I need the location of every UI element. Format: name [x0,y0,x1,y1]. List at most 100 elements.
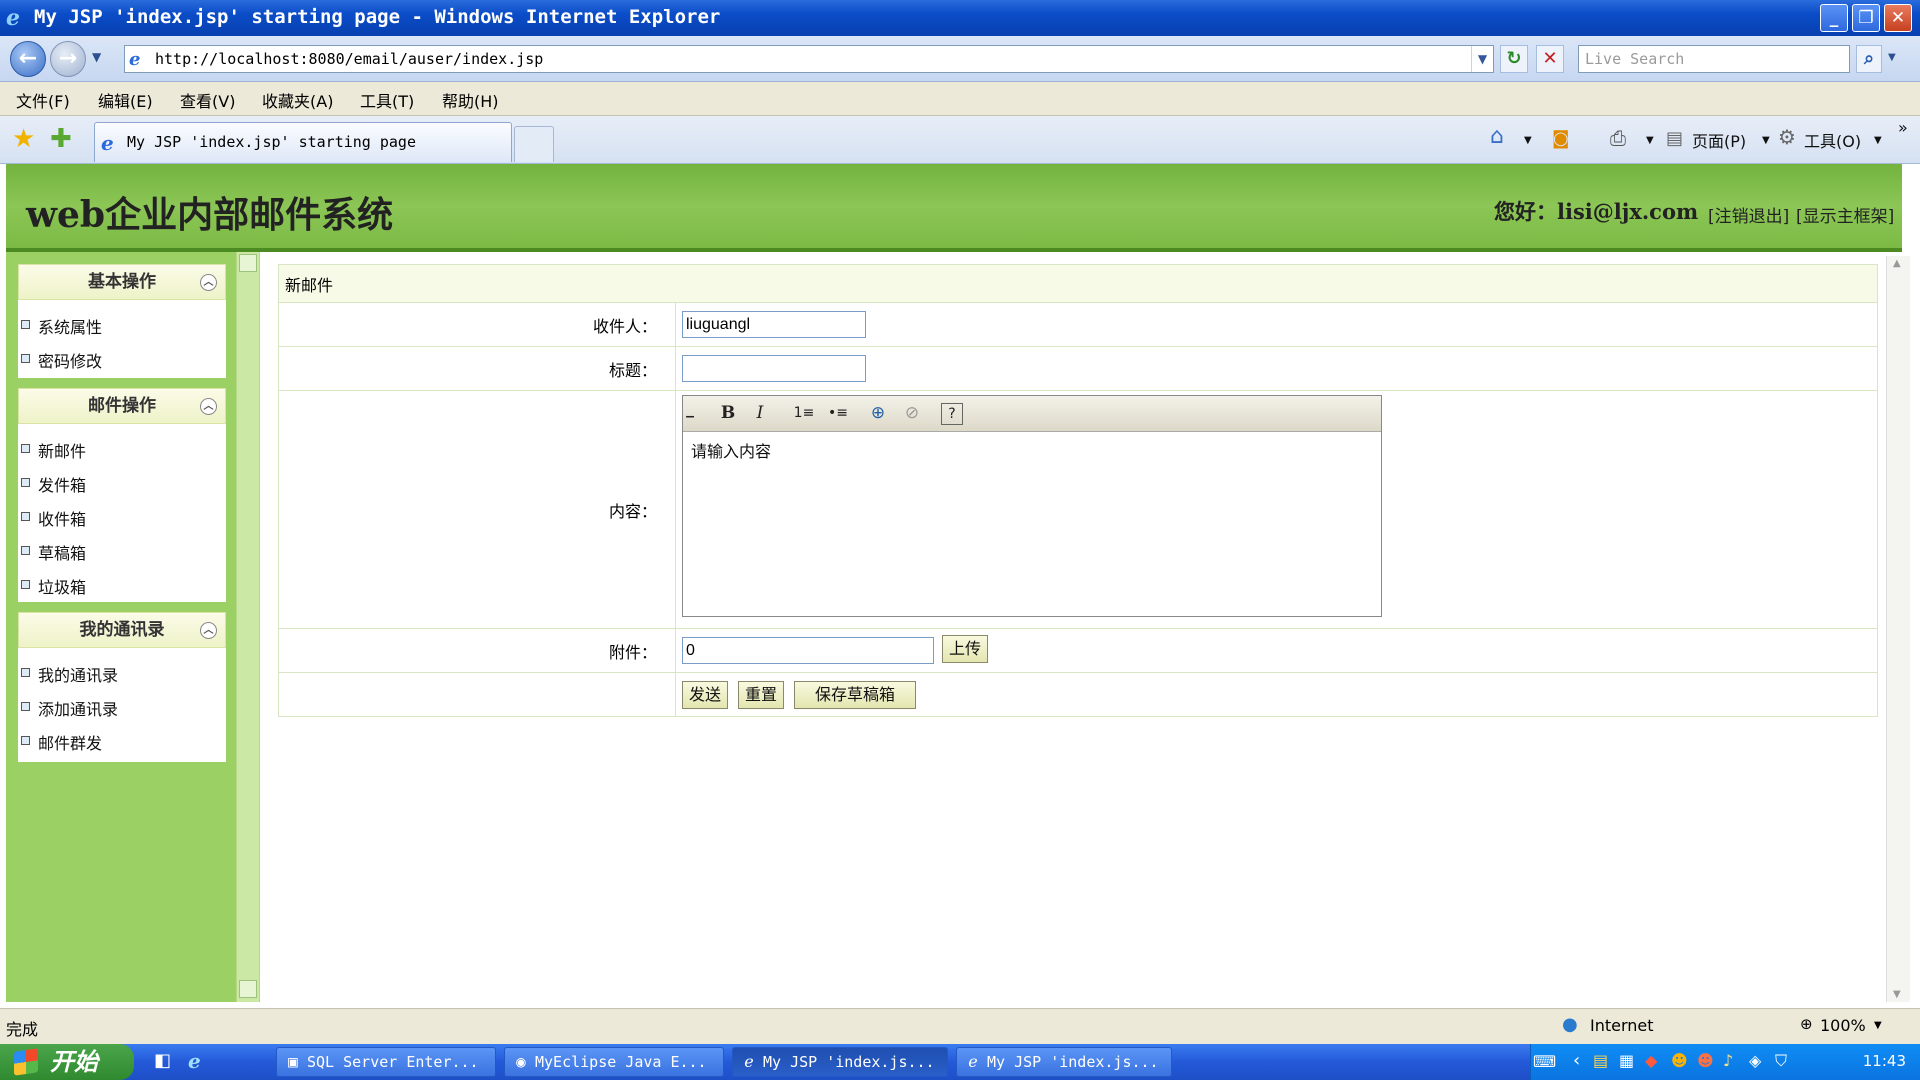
panel-basic-ops-header[interactable]: 基本操作 ︿ [18,264,226,300]
home-dropdown-icon[interactable]: ▼ [1524,135,1532,146]
qq-icon[interactable]: ◆ [1645,1051,1657,1070]
favorites-star-icon[interactable]: ★ [12,124,35,154]
task-ie-window-2[interactable]: e My JSP 'index.js... [956,1047,1172,1077]
sidebar-item-inbox[interactable]: 收件箱 [20,506,86,530]
logout-link[interactable]: [注销退出] [1708,202,1789,227]
sidebar-item-trash[interactable]: 垃圾箱 [20,574,86,598]
sidebar-item-new-mail[interactable]: 新邮件 [20,438,86,462]
print-icon[interactable]: ⎙ [1610,126,1626,150]
history-dropdown-icon[interactable]: ▼ [92,50,101,64]
panel-mail-ops-header[interactable]: 邮件操作 ︿ [18,388,226,424]
attachment-input[interactable] [682,637,934,664]
splitter-bottom-handle[interactable] [239,980,257,998]
tray-collapse-icon[interactable]: ‹ [1573,1050,1580,1071]
tools-menu-button[interactable]: 工具(O) [1804,128,1861,152]
back-button[interactable]: ← [10,41,46,77]
volume-icon[interactable]: ♪ [1723,1051,1733,1070]
editor-toolbar: ▁ B I 1≡ •≡ ⊕ ⊘ ? [683,396,1381,432]
tab-current[interactable]: e My JSP 'index.jsp' starting page [94,122,512,162]
address-field[interactable]: e http://localhost:8080/email/auser/inde… [124,45,1494,73]
unordered-list-button[interactable]: •≡ [825,401,851,427]
remove-link-button[interactable]: ⊘ [899,401,925,427]
shield-icon[interactable]: ⛉ [1775,1051,1787,1071]
sidebar-item-group-mail[interactable]: 邮件群发 [20,730,102,754]
messenger2-icon[interactable]: ☻ [1697,1051,1714,1070]
close-button[interactable]: ✕ [1884,4,1912,32]
feeds-icon[interactable]: ◙ [1552,128,1569,149]
collapse-icon[interactable]: ︿ [200,274,217,291]
menu-edit[interactable]: 编辑(E) [98,88,153,112]
safety-icon[interactable]: ◈ [1749,1051,1761,1070]
zoom-dropdown-icon[interactable]: ▼ [1874,1020,1882,1031]
menu-favorites[interactable]: 收藏夹(A) [262,88,333,112]
task-sql-server[interactable]: ▣ SQL Server Enter... [276,1047,496,1077]
insert-link-button[interactable]: ⊕ [865,401,891,427]
menu-file[interactable]: 文件(F) [16,88,70,112]
restore-button[interactable]: ❐ [1852,4,1880,32]
upload-button[interactable]: 上传 [942,635,988,663]
chevron-more-icon[interactable]: » [1898,118,1908,137]
zoom-level[interactable]: 100% [1820,1016,1866,1035]
send-button[interactable]: 发送 [682,681,728,709]
attachment-label: 附件： [278,628,676,673]
menu-view[interactable]: 查看(V) [180,88,235,112]
scroll-down-icon[interactable]: ▼ [1893,989,1901,1000]
messenger-icon[interactable]: ☻ [1671,1051,1688,1070]
sidebar-item-drafts[interactable]: 草稿箱 [20,540,86,564]
ie-icon: e [968,1052,978,1071]
sidebar-item-my-contacts[interactable]: 我的通讯录 [20,662,118,686]
tray-app-icon[interactable]: ▦ [1619,1051,1634,1070]
frame-splitter[interactable] [236,252,260,1002]
menu-help[interactable]: 帮助(H) [442,88,499,112]
splitter-top-handle[interactable] [239,254,257,272]
recipient-input[interactable] [682,311,866,338]
task-label: MyEclipse Java E... [535,1053,707,1071]
page-dropdown-icon[interactable]: ▼ [1762,135,1770,146]
task-ie-window-1[interactable]: e My JSP 'index.js... [732,1047,948,1077]
collapse-icon[interactable]: ︿ [200,622,217,639]
menu-tools[interactable]: 工具(T) [360,88,414,112]
collapse-icon[interactable]: ︿ [200,398,217,415]
address-dropdown-icon[interactable]: ▼ [1471,46,1493,72]
save-draft-button[interactable]: 保存草稿箱 [794,681,916,709]
subject-input[interactable] [682,355,866,382]
help-button[interactable]: ? [941,403,963,425]
search-input[interactable]: Live Search [1578,45,1850,73]
add-favorite-icon[interactable]: ✚ [50,124,72,154]
task-myeclipse[interactable]: ◉ MyEclipse Java E... [504,1047,724,1077]
status-text: 完成 [6,1020,39,1039]
stop-icon[interactable]: ✕ [1536,45,1564,73]
quicklaunch-ie-icon[interactable]: e [188,1049,201,1073]
status-bar: 完成 ● Internet ⊕ 100% ▼ [0,1008,1920,1044]
clock: 11:43 [1862,1052,1906,1070]
minimize-button[interactable]: _ [1820,4,1848,32]
panel-contacts-header[interactable]: 我的通讯录 ︿ [18,612,226,648]
sidebar-item-system-properties[interactable]: 系统属性 [20,314,102,338]
start-button[interactable]: 开始 [0,1044,134,1080]
keyboard-icon[interactable]: ⌨ [1533,1052,1556,1071]
ordered-list-button[interactable]: 1≡ [791,401,817,427]
forward-button[interactable]: → [50,41,86,77]
new-tab-button[interactable] [514,126,554,162]
show-frame-link[interactable]: [显示主框架] [1796,202,1894,227]
quicklaunch-desktop-icon[interactable]: ◧ [154,1050,171,1071]
site-title: web企业内部邮件系统 [26,194,394,236]
home-icon[interactable]: ⌂ [1490,124,1504,149]
page-menu-button[interactable]: 页面(P) [1692,128,1746,152]
print-dropdown-icon[interactable]: ▼ [1646,135,1654,146]
vertical-scrollbar[interactable]: ▲ ▼ [1886,256,1910,1002]
sidebar-item-outbox[interactable]: 发件箱 [20,472,86,496]
sidebar-item-change-password[interactable]: 密码修改 [20,348,102,372]
user-greeting: 您好：lisi@ljx.com [1494,199,1699,224]
italic-button[interactable]: I [747,401,773,427]
sidebar-item-add-contact[interactable]: 添加通讯录 [20,696,118,720]
tools-dropdown-icon[interactable]: ▼ [1874,135,1882,146]
search-icon[interactable]: ⌕ [1856,45,1882,73]
refresh-icon[interactable]: ↻ [1500,45,1528,73]
search-options-icon[interactable]: ▼ [1888,52,1896,63]
bold-button[interactable]: B [715,401,741,427]
scroll-up-icon[interactable]: ▲ [1893,258,1901,269]
reset-button[interactable]: 重置 [738,681,784,709]
network-icon[interactable]: ▤ [1593,1051,1608,1070]
editor-content[interactable]: 请输入内容 [691,438,771,462]
